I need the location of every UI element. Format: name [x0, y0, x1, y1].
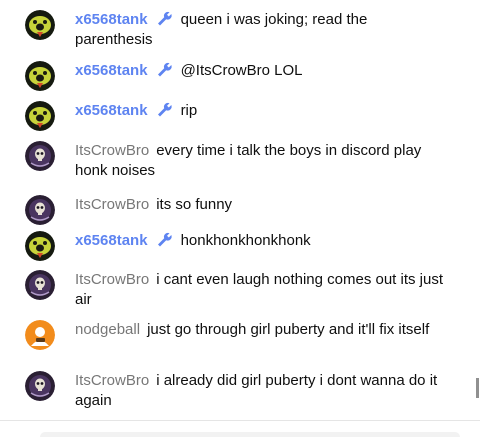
green-face-avatar[interactable]: [25, 231, 55, 261]
purple-skull-avatar[interactable]: [25, 371, 55, 401]
orange-default-avatar[interactable]: [25, 320, 55, 350]
message-text: its so funny: [156, 196, 233, 213]
scrollbar-thumb[interactable]: [476, 378, 479, 398]
purple-skull-avatar[interactable]: [25, 195, 55, 225]
chat-divider: [0, 420, 480, 421]
message-content: x6568tank honkhonkhonkhonk: [75, 231, 445, 251]
message-content: x6568tank @ItsCrowBro LOL: [75, 61, 445, 81]
message-content: x6568tank rip: [75, 101, 445, 121]
author-name[interactable]: x6568tank: [75, 62, 148, 79]
green-face-avatar[interactable]: [25, 61, 55, 91]
message-text: @ItsCrowBro LOL: [180, 62, 303, 79]
message-text: just go through girl puberty and it'll f…: [147, 321, 430, 338]
purple-skull-avatar[interactable]: [25, 270, 55, 300]
wrench-icon: [157, 62, 172, 77]
author-name[interactable]: ItsCrowBro: [75, 196, 149, 213]
author-name[interactable]: x6568tank: [75, 232, 148, 249]
purple-skull-avatar[interactable]: [25, 141, 55, 171]
author-name[interactable]: x6568tank: [75, 11, 148, 28]
wrench-icon: [157, 232, 172, 247]
green-face-avatar[interactable]: [25, 101, 55, 131]
wrench-icon: [157, 102, 172, 117]
message-text: honkhonkhonkhonk: [180, 232, 311, 249]
author-name[interactable]: ItsCrowBro: [75, 271, 149, 288]
author-name[interactable]: x6568tank: [75, 102, 148, 119]
message-content: x6568tank queen i was joking; read the pa…: [75, 10, 445, 50]
message-content: ItsCrowBro every time i talk the boys in …: [75, 141, 445, 181]
green-face-avatar[interactable]: [25, 10, 55, 40]
message-content: ItsCrowBro its so funny: [75, 195, 445, 215]
chat-input-area[interactable]: [40, 432, 460, 437]
message-content: nodgeball just go through girl puberty an…: [75, 320, 445, 340]
message-content: ItsCrowBro i already did girl puberty i d…: [75, 371, 445, 411]
live-chat-panel: x6568tank queen i was joking; read the pa…: [0, 0, 480, 437]
message-text: rip: [180, 102, 198, 119]
author-name[interactable]: nodgeball: [75, 321, 140, 338]
chat-message-list[interactable]: x6568tank queen i was joking; read the pa…: [0, 0, 472, 420]
author-name[interactable]: ItsCrowBro: [75, 372, 149, 389]
wrench-icon: [157, 11, 172, 26]
author-name[interactable]: ItsCrowBro: [75, 142, 149, 159]
message-content: ItsCrowBro i cant even laugh nothing come…: [75, 270, 445, 310]
